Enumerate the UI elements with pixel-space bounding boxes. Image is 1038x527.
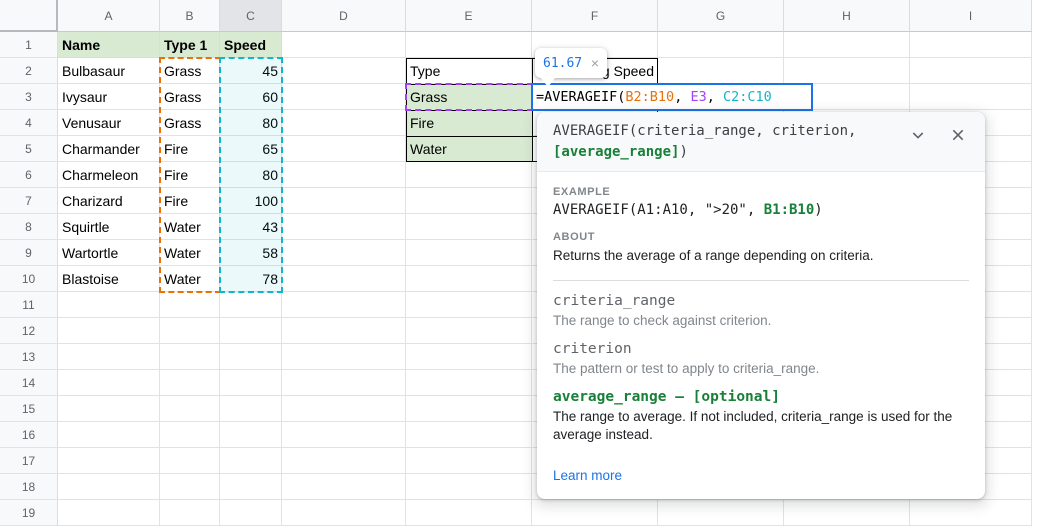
cell-A3[interactable]: Ivysaur xyxy=(58,84,160,110)
formula-input[interactable]: =AVERAGEIF(B2:B10, E3, C2:C10 xyxy=(531,83,813,111)
row-header-14[interactable]: 14 xyxy=(0,370,58,396)
cell-A6[interactable]: Charmeleon xyxy=(58,162,160,188)
select-all-corner[interactable] xyxy=(0,0,58,32)
cell-A10[interactable]: Blastoise xyxy=(58,266,160,292)
column-header-H[interactable]: H xyxy=(784,0,910,32)
row-header-2[interactable]: 2 xyxy=(0,58,58,84)
row-header-18[interactable]: 18 xyxy=(0,474,58,500)
function-help-popup: AVERAGEIF(criteria_range, criterion, [av… xyxy=(537,112,985,499)
cell-A2[interactable]: Bulbasaur xyxy=(58,58,160,84)
learn-more-link[interactable]: Learn more xyxy=(553,468,622,483)
cell-C6[interactable]: 80 xyxy=(220,162,282,188)
column-header-F[interactable]: F xyxy=(532,0,658,32)
cell-C9[interactable]: 58 xyxy=(220,240,282,266)
close-icon[interactable]: × xyxy=(591,56,599,70)
column-header-E[interactable]: E xyxy=(406,0,532,32)
row-header-13[interactable]: 13 xyxy=(0,344,58,370)
row-header-6[interactable]: 6 xyxy=(0,162,58,188)
cell-B3[interactable]: Grass xyxy=(160,84,220,110)
cell-C4[interactable]: 80 xyxy=(220,110,282,136)
cell-B4[interactable]: Grass xyxy=(160,110,220,136)
cell-B10[interactable]: Water xyxy=(160,266,220,292)
cell-B9[interactable]: Water xyxy=(160,240,220,266)
cell-B1[interactable]: Type 1 xyxy=(160,32,220,58)
column-header-C[interactable]: C xyxy=(220,0,282,32)
row-header-8[interactable]: 8 xyxy=(0,214,58,240)
cell-A9[interactable]: Wartortle xyxy=(58,240,160,266)
function-signature: AVERAGEIF(criteria_range, criterion, [av… xyxy=(537,112,985,172)
row-header-7[interactable]: 7 xyxy=(0,188,58,214)
cell-B7[interactable]: Fire xyxy=(160,188,220,214)
cell-E5[interactable]: Water xyxy=(406,136,532,162)
cell-E4[interactable]: Fire xyxy=(406,110,532,136)
formula-text: =AVERAGEIF(B2:B10, E3, C2:C10 xyxy=(536,89,772,105)
column-header-D[interactable]: D xyxy=(282,0,406,32)
column-header-A[interactable]: A xyxy=(58,0,160,32)
cell-A8[interactable]: Squirtle xyxy=(58,214,160,240)
close-icon[interactable] xyxy=(947,124,969,146)
param-average-range-desc: The range to average. If not included, c… xyxy=(553,408,969,444)
cell-C2[interactable]: 45 xyxy=(220,58,282,84)
param-criteria-range: criteria_range xyxy=(553,293,969,309)
signature-active-param: [average_range] xyxy=(553,144,679,160)
row-header-19[interactable]: 19 xyxy=(0,500,58,526)
cell-B6[interactable]: Fire xyxy=(160,162,220,188)
param-criterion: criterion xyxy=(553,341,969,357)
cell-A4[interactable]: Venusaur xyxy=(58,110,160,136)
row-header-12[interactable]: 12 xyxy=(0,318,58,344)
row-header-15[interactable]: 15 xyxy=(0,396,58,422)
divider xyxy=(553,280,969,281)
cell-B8[interactable]: Water xyxy=(160,214,220,240)
row-header-3[interactable]: 3 xyxy=(0,84,58,110)
row-header-17[interactable]: 17 xyxy=(0,448,58,474)
example-label: EXAMPLE xyxy=(553,186,969,198)
cell-C7[interactable]: 100 xyxy=(220,188,282,214)
cell-B5[interactable]: Fire xyxy=(160,136,220,162)
column-header-B[interactable]: B xyxy=(160,0,220,32)
cell-A7[interactable]: Charizard xyxy=(58,188,160,214)
param-criteria-range-desc: The range to check against criterion. xyxy=(553,312,969,330)
column-header-G[interactable]: G xyxy=(658,0,784,32)
cell-C10[interactable]: 78 xyxy=(220,266,282,292)
formula-preview-tooltip: 61.67 × xyxy=(535,48,607,78)
spreadsheet: =AVERAGEIF(B2:B10, E3, C2:C10 61.67 × AV… xyxy=(0,0,1038,527)
row-header-16[interactable]: 16 xyxy=(0,422,58,448)
column-header-I[interactable]: I xyxy=(910,0,1032,32)
formula-preview-value: 61.67 xyxy=(543,56,582,71)
cell-C5[interactable]: 65 xyxy=(220,136,282,162)
signature-suffix: ) xyxy=(679,144,687,160)
cell-A5[interactable]: Charmander xyxy=(58,136,160,162)
row-header-5[interactable]: 5 xyxy=(0,136,58,162)
row-header-4[interactable]: 4 xyxy=(0,110,58,136)
cell-C1[interactable]: Speed xyxy=(220,32,282,58)
cell-C8[interactable]: 43 xyxy=(220,214,282,240)
about-text: Returns the average of a range depending… xyxy=(553,247,969,265)
row-header-11[interactable]: 11 xyxy=(0,292,58,318)
cell-E2[interactable]: Type xyxy=(406,58,532,84)
cell-E3[interactable]: Grass xyxy=(406,84,532,110)
signature-prefix: AVERAGEIF(criteria_range, criterion, xyxy=(553,123,856,139)
about-label: ABOUT xyxy=(553,231,969,243)
example-code: AVERAGEIF(A1:A10, ">20", B1:B10) xyxy=(553,202,969,218)
cell-A1[interactable]: Name xyxy=(58,32,160,58)
cell-C3[interactable]: 60 xyxy=(220,84,282,110)
row-header-9[interactable]: 9 xyxy=(0,240,58,266)
cell-B2[interactable]: Grass xyxy=(160,58,220,84)
param-criterion-desc: The pattern or test to apply to criteria… xyxy=(553,360,969,378)
chevron-down-icon[interactable] xyxy=(907,124,929,146)
row-header-10[interactable]: 10 xyxy=(0,266,58,292)
param-average-range: average_range – [optional] xyxy=(553,389,969,405)
row-header-1[interactable]: 1 xyxy=(0,32,58,58)
gridline-vertical xyxy=(1031,32,1032,526)
